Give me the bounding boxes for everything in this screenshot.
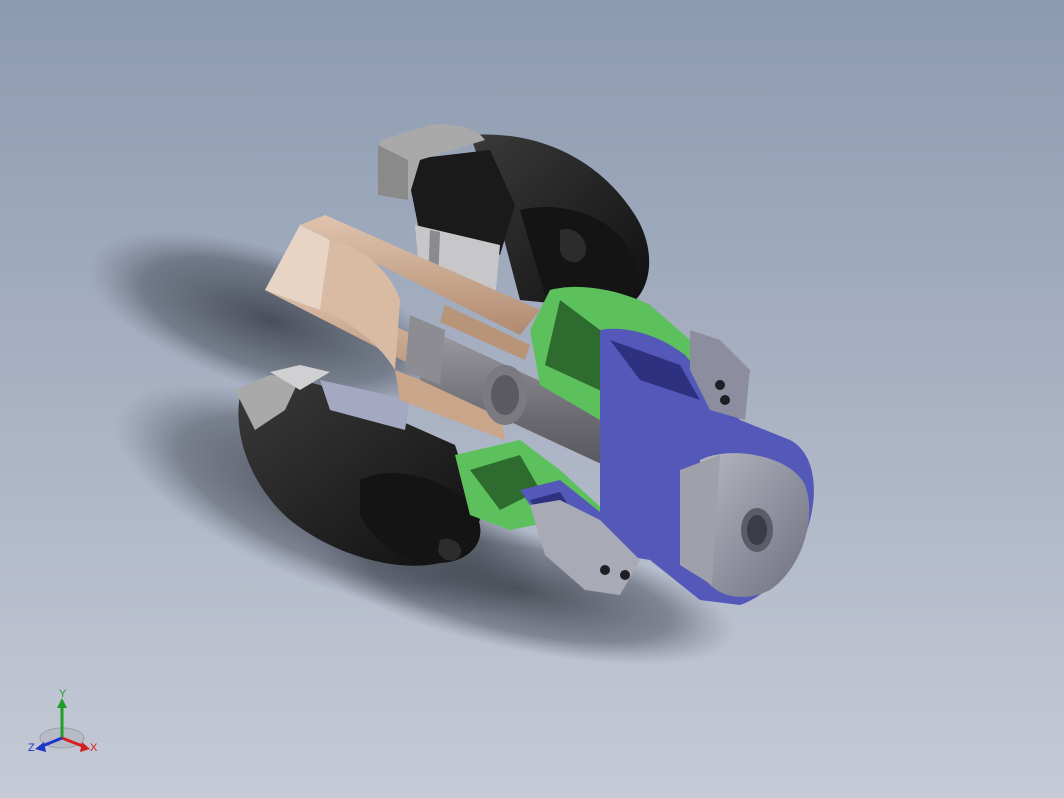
y-axis-label: Y <box>59 688 67 700</box>
z-axis-label: Z <box>28 742 35 754</box>
x-axis-label: X <box>90 742 98 754</box>
graphics-viewport[interactable]: Y X Z <box>0 0 1064 798</box>
model-canvas[interactable]: Y X Z <box>0 0 1064 798</box>
